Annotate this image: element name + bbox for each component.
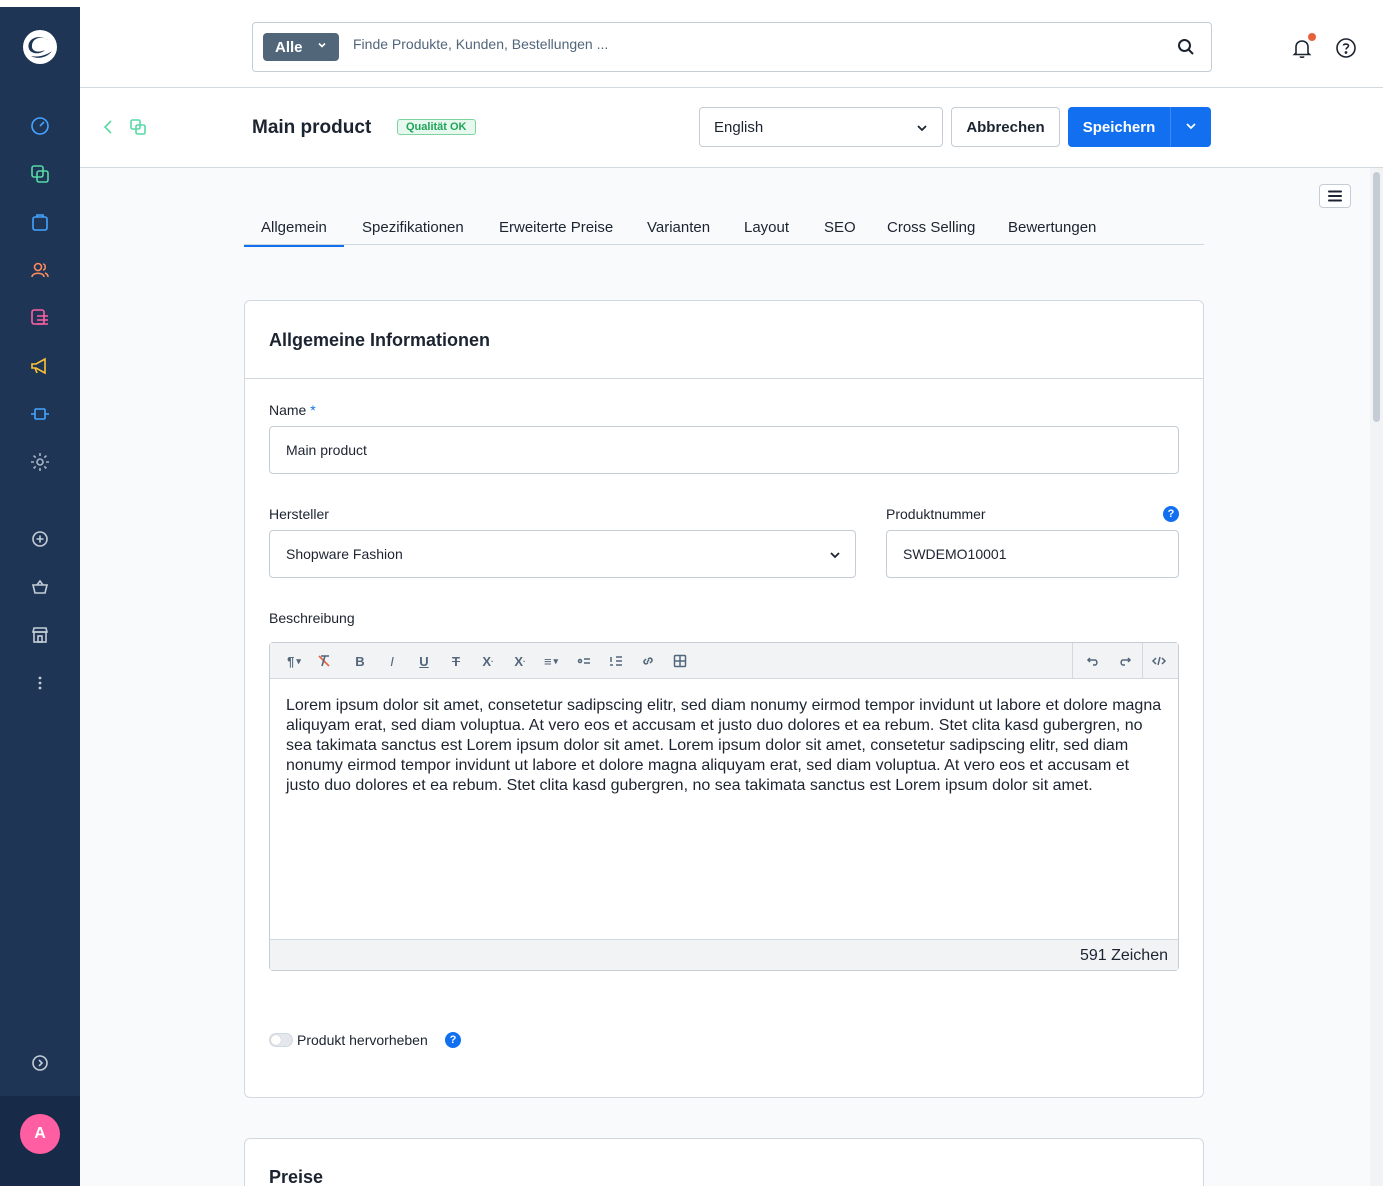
tab-layout[interactable]: Layout	[744, 219, 789, 236]
required-marker: *	[310, 402, 316, 418]
sidebar-menu-toggle[interactable]	[1319, 184, 1351, 208]
save-button[interactable]: Speichern	[1068, 107, 1170, 147]
more-icon[interactable]	[28, 671, 52, 695]
notification-dot	[1308, 33, 1316, 41]
customers-icon[interactable]	[28, 258, 52, 282]
orders-icon[interactable]	[28, 210, 52, 234]
link-icon[interactable]	[640, 653, 656, 669]
product-tabs: Allgemein Spezifikationen Erweiterte Pre…	[244, 212, 1204, 247]
cancel-button[interactable]: Abbrechen	[951, 107, 1060, 147]
smart-bar: Main product Qualität OK English Abbrech…	[80, 88, 1383, 168]
highlight-product-toggle[interactable]	[269, 1033, 293, 1047]
global-header: Alle	[80, 7, 1383, 88]
search-input[interactable]	[353, 36, 1153, 52]
chevron-down-icon	[318, 42, 326, 48]
products-module-icon	[130, 119, 146, 135]
menu-icon	[1328, 190, 1342, 202]
manufacturer-label: Hersteller	[269, 506, 329, 522]
redo-icon[interactable]	[1117, 653, 1133, 669]
extensions-icon[interactable]	[28, 402, 52, 426]
code-view-icon[interactable]	[1151, 653, 1167, 669]
admin-sidebar	[0, 7, 80, 1186]
toolbar-separator	[1142, 643, 1143, 679]
language-select[interactable]: English	[699, 107, 943, 147]
save-options-button[interactable]	[1170, 107, 1211, 147]
ordered-list-icon[interactable]	[608, 653, 624, 669]
search-type-select[interactable]: Alle	[263, 33, 339, 61]
help-tooltip-icon[interactable]: ?	[445, 1032, 461, 1048]
paragraph-format-icon[interactable]: ¶ ▾	[280, 653, 308, 669]
scrollbar-thumb[interactable]	[1373, 172, 1380, 422]
status-badge: Qualität OK	[397, 119, 476, 135]
subscript-icon[interactable]: X ·	[512, 653, 528, 669]
settings-icon[interactable]	[28, 450, 52, 474]
tab-erweiterte-preise[interactable]: Erweiterte Preise	[499, 219, 613, 236]
name-field[interactable]: Main product	[269, 426, 1179, 474]
card-title: Preise	[269, 1167, 324, 1186]
superscript-icon[interactable]: X ·	[480, 653, 496, 669]
chevron-down-icon	[1186, 122, 1196, 129]
toolbar-separator	[1072, 643, 1073, 679]
basket-icon[interactable]	[28, 575, 52, 599]
avatar[interactable]: A	[20, 1114, 60, 1154]
editor-footer: 591 Zeichen	[270, 939, 1178, 970]
storefront-icon[interactable]	[28, 623, 52, 647]
underline-icon[interactable]: U	[416, 653, 432, 669]
search-type-label: Alle	[275, 38, 303, 56]
chevron-down-icon	[830, 552, 840, 559]
description-label: Beschreibung	[269, 610, 355, 626]
back-icon[interactable]	[100, 118, 118, 136]
card-divider	[245, 378, 1203, 379]
editor-toolbar: ¶ ▾ B I U T X · X · ≡ ▾	[270, 643, 1178, 679]
expand-icon[interactable]	[28, 1051, 52, 1075]
product-number-label: Produktnummer	[886, 506, 986, 522]
description-editor: ¶ ▾ B I U T X · X · ≡ ▾ Lorem ipsum dolo…	[269, 642, 1179, 971]
table-icon[interactable]	[672, 653, 688, 669]
tab-bewertungen[interactable]: Bewertungen	[1008, 219, 1096, 236]
help-tooltip-icon[interactable]: ?	[1163, 506, 1179, 522]
text-align-icon[interactable]: ≡ ▾	[538, 653, 564, 669]
tab-varianten[interactable]: Varianten	[647, 219, 710, 236]
tab-allgemein[interactable]: Allgemein	[244, 219, 344, 247]
name-value: Main product	[286, 442, 367, 458]
product-detail-content: Allgemein Spezifikationen Erweiterte Pre…	[80, 168, 1370, 1186]
remove-format-icon[interactable]	[316, 653, 332, 669]
search-icon[interactable]	[1177, 38, 1195, 56]
content-icon[interactable]	[28, 306, 52, 330]
avatar-initial: A	[34, 1125, 46, 1142]
strikethrough-icon[interactable]: T	[448, 653, 464, 669]
tab-seo[interactable]: SEO	[824, 219, 856, 236]
bold-icon[interactable]: B	[352, 653, 368, 669]
italic-icon[interactable]: I	[384, 653, 400, 669]
content-scrollbar[interactable]	[1370, 168, 1383, 1186]
chevron-down-icon	[917, 125, 927, 132]
name-label: Name *	[269, 402, 316, 418]
marketing-icon[interactable]	[28, 354, 52, 378]
dashboard-icon[interactable]	[28, 114, 52, 138]
products-icon[interactable]	[28, 162, 52, 186]
global-search: Alle	[252, 22, 1212, 72]
highlight-product-label: Produkt hervorheben	[297, 1032, 428, 1048]
name-label-text: Name	[269, 402, 307, 418]
card-title: Allgemeine Informationen	[269, 330, 491, 350]
language-value: English	[714, 119, 764, 136]
character-count: 591 Zeichen	[1079, 947, 1168, 964]
manufacturer-value: Shopware Fashion	[286, 546, 403, 562]
tab-cross-selling[interactable]: Cross Selling	[887, 219, 975, 236]
product-number-value: SWDEMO10001	[903, 546, 1007, 562]
help-icon[interactable]	[1334, 36, 1358, 60]
window-top-edge	[0, 0, 1383, 7]
prices-card: Preise	[244, 1138, 1204, 1186]
undo-icon[interactable]	[1085, 653, 1101, 669]
description-text[interactable]: Lorem ipsum dolor sit amet, consetetur s…	[286, 696, 1166, 796]
shopware-logo-icon[interactable]	[22, 29, 58, 65]
add-sales-channel-icon[interactable]	[28, 527, 52, 551]
general-information-card: Allgemeine Informationen Name * Main pro…	[244, 300, 1204, 1098]
unordered-list-icon[interactable]	[576, 653, 592, 669]
tab-spezifikationen[interactable]: Spezifikationen	[362, 219, 464, 236]
page-title: Main product	[252, 117, 372, 138]
product-number-field[interactable]: SWDEMO10001	[886, 530, 1179, 578]
manufacturer-select[interactable]: Shopware Fashion	[269, 530, 856, 578]
